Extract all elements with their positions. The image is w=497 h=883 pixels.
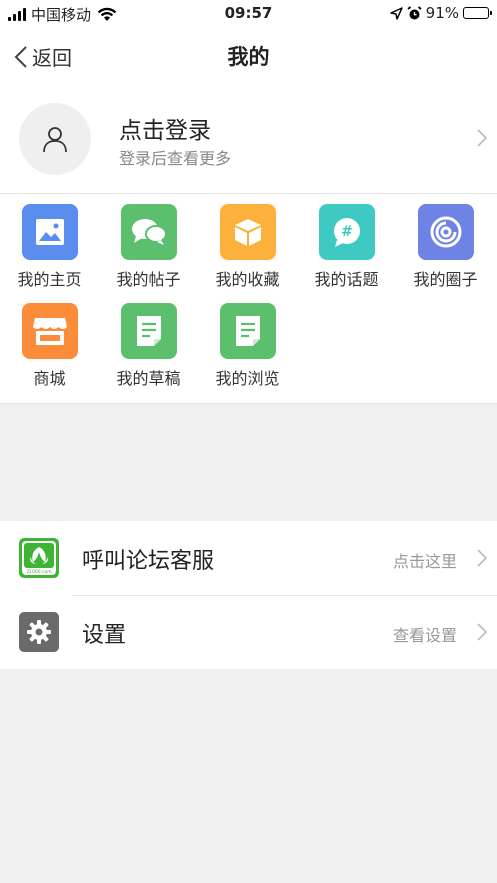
grid-icon-tile [22,204,78,260]
document-icon [137,316,161,346]
avatar [19,103,91,175]
grid-item-label: 商城 [33,369,66,388]
hashtag-icon: # [334,218,360,247]
spiral-icon [430,216,462,248]
login-title: 点击登录 [119,118,211,144]
grid-item-label: 我的浏览 [215,369,280,388]
grid-item-label: 我的话题 [314,270,379,289]
forum-logo-text: 21000.com [26,569,51,575]
battery-percent: 91% [425,4,459,22]
grid-item-label: 我的帖子 [116,270,181,289]
settings-list: 21000.com 呼叫论坛客服 点击这里 设置 查看设置 [0,521,497,669]
list-item-hint: 查看设置 [392,626,457,645]
forum-logo-icon: 21000.com [19,538,59,578]
svg-text:#: # [341,224,353,240]
nav-bar: 返回 我的 [0,28,497,84]
page-title: 我的 [227,45,270,69]
grid-icon-tile [121,303,177,359]
chevron-right-icon [477,623,487,641]
status-right: 91% [389,4,492,22]
list-item-customer-service[interactable]: 21000.com 呼叫论坛客服 点击这里 [0,521,497,596]
list-item-label: 设置 [82,623,127,648]
grid-icon-tile [220,204,276,260]
grid-icon-tile: # [319,204,375,260]
alarm-icon [407,5,422,19]
chevron-right-icon [477,129,487,147]
image-icon [36,219,64,245]
feature-grid: 我的主页 我的帖子 我的收藏 # 我的话题 我的圈子 商城 我的草稿 我的浏览 [0,194,497,404]
login-subtitle: 登录后查看更多 [119,149,232,168]
user-icon [43,127,67,153]
grid-item-favorites[interactable]: 我的收藏 [198,194,297,290]
list-item-hint: 点击这里 [392,552,457,571]
login-card[interactable]: 点击登录 登录后查看更多 [0,84,497,194]
grid-item-history[interactable]: 我的浏览 [198,293,297,389]
store-icon [33,318,67,345]
gear-icon [19,612,59,652]
grid-icon-tile [121,204,177,260]
document-icon [236,316,260,346]
grid-item-homepage[interactable]: 我的主页 [0,194,99,290]
grid-icon-tile [220,303,276,359]
gear-graphic [27,620,51,644]
grid-item-label: 我的草稿 [116,369,181,388]
grid-item-posts[interactable]: 我的帖子 [99,194,198,290]
forum-logo-graphic: 21000.com [22,541,56,575]
location-arrow-icon [389,6,403,20]
grid-item-drafts[interactable]: 我的草稿 [99,293,198,389]
list-item-label: 呼叫论坛客服 [82,549,215,574]
grid-icon-tile [22,303,78,359]
chat-bubbles-icon [132,219,167,245]
battery-icon [463,7,492,19]
grid-icon-tile [418,204,474,260]
chevron-right-icon [477,549,487,567]
box-icon [235,219,261,246]
grid-item-label: 我的收藏 [215,270,280,289]
list-item-settings[interactable]: 设置 查看设置 [0,595,497,669]
grid-item-label: 我的主页 [17,270,82,289]
grid-item-store[interactable]: 商城 [0,293,99,389]
grid-item-label: 我的圈子 [413,270,478,289]
grid-item-circles[interactable]: 我的圈子 [396,194,495,290]
grid-item-topics[interactable]: # 我的话题 [297,194,396,290]
status-bar: 中国移动 09:57 91% [0,0,497,28]
